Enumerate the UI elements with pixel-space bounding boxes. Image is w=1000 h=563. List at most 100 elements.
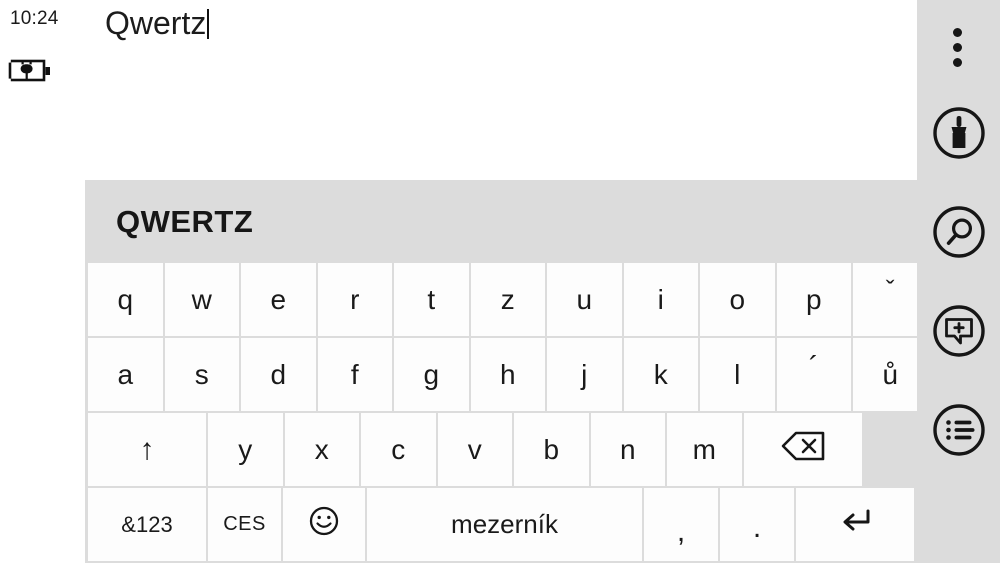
key-label: t: [427, 283, 436, 315]
key-symbols[interactable]: &123: [88, 488, 206, 561]
key-label: ´: [808, 350, 819, 384]
key-v[interactable]: v: [437, 413, 512, 486]
keyboard-row-1: q w e r t z u i o p ˇ: [88, 263, 928, 336]
keyboard-row-4: &123 CES mezerník , .: [88, 488, 914, 561]
shift-arrow-icon: ↑: [139, 432, 155, 466]
key-label: o: [729, 283, 746, 315]
key-g[interactable]: g: [394, 338, 469, 411]
more-vertical-icon: [953, 58, 962, 67]
keyboard-row-3: ↑ y x c v b n m: [88, 413, 914, 486]
bullet-list-icon: [933, 404, 985, 456]
document-text-area[interactable]: Qwertz: [85, 0, 917, 180]
key-label: c: [391, 433, 406, 465]
key-c[interactable]: c: [361, 413, 436, 486]
overflow-menu-button[interactable]: [931, 14, 987, 72]
right-toolbar: [917, 0, 1000, 563]
key-label: e: [270, 283, 287, 315]
key-label: u: [576, 283, 593, 315]
more-vertical-icon: [953, 43, 962, 52]
backspace-icon: [780, 430, 826, 469]
key-label: q: [117, 283, 134, 315]
key-label: .: [752, 510, 762, 544]
key-label: ˇ: [885, 275, 895, 305]
key-label: x: [314, 433, 329, 465]
key-label: g: [423, 358, 440, 390]
status-clock: 10:24: [10, 8, 59, 29]
key-label: b: [543, 433, 560, 465]
key-backspace[interactable]: [743, 413, 862, 486]
key-label: m: [692, 433, 716, 465]
key-label: f: [350, 358, 359, 390]
keyboard-row-2: a s d f g h j k l ´ ů: [88, 338, 928, 411]
key-label: mezerník: [451, 509, 558, 539]
battery-charging-icon: [8, 58, 54, 84]
key-shift[interactable]: ↑: [88, 413, 206, 486]
key-d[interactable]: d: [241, 338, 316, 411]
search-icon: [933, 206, 985, 258]
key-label: k: [653, 358, 668, 390]
document-text: Qwertz: [105, 5, 207, 41]
key-language[interactable]: CES: [208, 488, 281, 561]
key-label: y: [238, 433, 253, 465]
key-e[interactable]: e: [241, 263, 316, 336]
key-x[interactable]: x: [284, 413, 359, 486]
key-label: v: [467, 433, 482, 465]
key-s[interactable]: s: [164, 338, 239, 411]
key-label: w: [191, 283, 212, 315]
key-label: ,: [676, 514, 686, 548]
key-emoji[interactable]: [283, 488, 365, 561]
list-button[interactable]: [931, 402, 987, 458]
key-label: z: [500, 283, 515, 315]
key-period[interactable]: .: [720, 488, 794, 561]
key-b[interactable]: b: [514, 413, 589, 486]
key-t[interactable]: t: [394, 263, 469, 336]
key-n[interactable]: n: [590, 413, 665, 486]
key-k[interactable]: k: [623, 338, 698, 411]
add-comment-button[interactable]: [931, 303, 987, 359]
key-o[interactable]: o: [700, 263, 775, 336]
key-label: p: [805, 283, 822, 315]
on-screen-keyboard: QWERTZ q w e r t z u i o p ˇ a s d f g h…: [85, 180, 928, 563]
key-acute[interactable]: ´: [776, 338, 851, 411]
key-label: d: [270, 358, 287, 390]
brush-button[interactable]: [931, 105, 987, 161]
key-h[interactable]: h: [470, 338, 545, 411]
enter-arrow-icon: [836, 506, 874, 543]
key-label: h: [499, 358, 516, 390]
key-label: l: [734, 358, 741, 390]
key-label: n: [619, 433, 636, 465]
document-text-line: Qwertz: [105, 2, 210, 44]
more-vertical-icon: [953, 28, 962, 37]
keyboard-layout-title: QWERTZ: [116, 204, 254, 239]
key-label: ů: [882, 358, 899, 390]
key-q[interactable]: q: [88, 263, 163, 336]
key-i[interactable]: i: [623, 263, 698, 336]
search-button[interactable]: [931, 204, 987, 260]
key-l[interactable]: l: [700, 338, 775, 411]
key-label: s: [194, 358, 209, 390]
key-a[interactable]: a: [88, 338, 163, 411]
key-j[interactable]: j: [547, 338, 622, 411]
key-enter[interactable]: [796, 488, 914, 561]
text-caret: [207, 9, 210, 39]
key-u[interactable]: u: [547, 263, 622, 336]
smiley-face-icon: [308, 505, 340, 544]
key-z[interactable]: z: [470, 263, 545, 336]
key-label: a: [117, 358, 134, 390]
key-m[interactable]: m: [667, 413, 742, 486]
key-label: i: [657, 283, 664, 315]
key-label: CES: [223, 513, 266, 535]
comment-plus-icon: [933, 305, 985, 357]
key-label: r: [350, 283, 360, 315]
key-r[interactable]: r: [317, 263, 392, 336]
key-space[interactable]: mezerník: [367, 488, 642, 561]
key-y[interactable]: y: [208, 413, 283, 486]
key-w[interactable]: w: [164, 263, 239, 336]
status-bar: 10:24: [0, 0, 85, 180]
key-comma[interactable]: ,: [644, 488, 718, 561]
key-label: j: [581, 358, 588, 390]
key-f[interactable]: f: [317, 338, 392, 411]
paintbrush-icon: [933, 107, 985, 159]
key-p[interactable]: p: [776, 263, 851, 336]
key-label: &123: [121, 511, 173, 537]
